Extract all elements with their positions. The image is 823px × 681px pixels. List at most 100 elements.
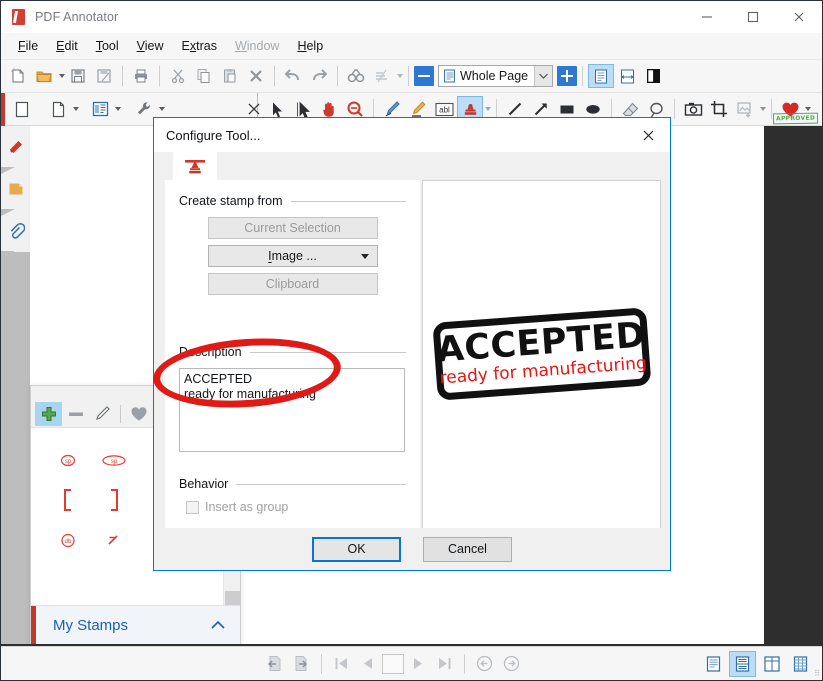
zoom-in-button[interactable] xyxy=(557,66,578,86)
crop-icon[interactable] xyxy=(706,96,732,122)
list-item[interactable]: sp xyxy=(45,440,91,480)
edit-stamp-icon[interactable] xyxy=(89,402,116,426)
title-bar: PDF Annotator xyxy=(1,1,822,33)
new-page-icon[interactable] xyxy=(45,96,71,122)
page-library-caret-icon[interactable] xyxy=(115,107,121,111)
add-stamp-icon[interactable] xyxy=(35,401,62,426)
save-as-icon[interactable] xyxy=(91,63,117,89)
ok-button[interactable]: OK xyxy=(312,536,401,562)
behavior-label: Behavior xyxy=(179,477,229,491)
description-input[interactable]: ACCEPTED ready for manufacturing xyxy=(179,368,405,452)
cancel-button[interactable]: Cancel xyxy=(423,536,512,562)
camera-snapshot-icon[interactable] xyxy=(680,96,706,122)
side-tab-strip xyxy=(1,126,30,646)
dialog-title: Configure Tool... xyxy=(166,127,261,143)
dialog-settings-panel: Create stamp from Current Selection Imag… xyxy=(165,180,421,530)
list-item[interactable] xyxy=(91,480,137,520)
stamp-tab-icon xyxy=(185,159,205,173)
settings-caret-icon[interactable] xyxy=(159,107,165,111)
zoom-out-button[interactable] xyxy=(414,66,434,86)
open-folder-icon[interactable] xyxy=(31,63,57,89)
list-item[interactable] xyxy=(45,480,91,520)
menu-help[interactable]: Help xyxy=(288,35,332,57)
insert-image-icon[interactable] xyxy=(732,96,758,122)
stamp-preview-image: ACCEPTED ready for manufacturing xyxy=(425,301,657,409)
previous-view-icon[interactable] xyxy=(261,651,288,677)
app-window: PDF Annotator File Edit Tool View Extras… xyxy=(0,0,823,681)
new-document-icon[interactable] xyxy=(5,63,31,89)
forward-icon[interactable] xyxy=(498,651,525,677)
continuous-layout-icon[interactable] xyxy=(729,650,756,677)
print-icon[interactable] xyxy=(128,63,154,89)
copy-icon[interactable] xyxy=(191,63,217,89)
facing-layout-icon[interactable] xyxy=(758,651,785,677)
insert-as-group-label: Insert as group xyxy=(205,500,289,514)
menu-extras[interactable]: Extras xyxy=(173,35,226,57)
dual-page-view-icon[interactable] xyxy=(640,63,666,89)
single-page-layout-icon[interactable] xyxy=(700,651,727,677)
favorite-caret-icon[interactable] xyxy=(805,107,811,111)
first-page-icon[interactable] xyxy=(328,651,355,677)
list-item[interactable] xyxy=(91,520,137,560)
redo-icon[interactable] xyxy=(306,63,332,89)
menu-file[interactable]: File xyxy=(9,35,47,57)
list-item[interactable]: db xyxy=(45,520,91,560)
group-divider xyxy=(236,483,407,485)
delete-icon[interactable] xyxy=(243,63,269,89)
cut-icon[interactable] xyxy=(165,63,191,89)
my-stamps-label: My Stamps xyxy=(53,617,129,634)
find-icon[interactable] xyxy=(343,63,369,89)
zoom-level-value-wrap: Whole Page xyxy=(439,69,534,83)
dialog-close-button[interactable] xyxy=(626,119,670,152)
single-page-view-icon[interactable] xyxy=(588,64,615,88)
resize-grip-icon[interactable]: ⠿ xyxy=(814,669,820,678)
sidebar-tab-notes[interactable] xyxy=(1,168,30,216)
new-page-caret-icon[interactable] xyxy=(73,107,79,111)
sidebar-tab-bookmarks[interactable] xyxy=(1,126,30,174)
status-bar-spacer xyxy=(1,646,261,680)
page-thumbnail-icon[interactable] xyxy=(9,96,35,122)
create-stamp-from-group-header: Create stamp from xyxy=(179,194,407,208)
last-page-icon[interactable] xyxy=(431,651,458,677)
favorite-heart-icon[interactable] xyxy=(125,402,152,426)
page-number-input[interactable] xyxy=(382,653,404,674)
menu-tool[interactable]: Tool xyxy=(87,35,128,57)
maximize-button[interactable] xyxy=(730,1,776,33)
svg-text:db: db xyxy=(65,539,72,545)
zoom-dropdown-caret-icon[interactable] xyxy=(534,66,553,86)
close-button[interactable] xyxy=(776,1,822,33)
list-item[interactable]: sp xyxy=(91,440,137,480)
minimize-button[interactable] xyxy=(684,1,730,33)
remove-stamp-icon[interactable] xyxy=(62,402,89,426)
ocr-icon[interactable] xyxy=(369,63,395,89)
image-dropdown-caret-icon[interactable] xyxy=(360,253,369,259)
paste-icon[interactable] xyxy=(217,63,243,89)
insert-image-caret-icon[interactable] xyxy=(760,107,766,111)
sidebar-tab-attachments[interactable] xyxy=(1,210,30,258)
next-page-icon[interactable] xyxy=(404,651,431,677)
image-button[interactable]: Image ... xyxy=(207,245,378,267)
next-view-icon[interactable] xyxy=(288,651,315,677)
menu-view[interactable]: View xyxy=(128,35,173,57)
undo-icon[interactable] xyxy=(280,63,306,89)
stamp-caret-icon[interactable] xyxy=(485,107,491,111)
chevron-up-icon[interactable] xyxy=(210,619,226,633)
section-active-indicator xyxy=(31,606,36,645)
ocr-dropdown-caret-icon[interactable] xyxy=(397,74,403,78)
page-approved-stamp[interactable]: APPROVED xyxy=(772,112,819,125)
tab-stamp[interactable] xyxy=(173,152,217,183)
group-divider xyxy=(290,200,407,202)
save-icon[interactable] xyxy=(65,63,91,89)
menu-edit[interactable]: Edit xyxy=(47,35,87,57)
configure-tool-dialog: Configure Tool... Create stamp from Curr… xyxy=(153,117,671,571)
fit-width-view-icon[interactable] xyxy=(614,64,640,88)
current-selection-button: Current Selection xyxy=(207,217,378,239)
previous-page-icon[interactable] xyxy=(355,651,382,677)
page-library-icon[interactable] xyxy=(87,96,113,122)
zoom-level-combobox[interactable]: Whole Page xyxy=(438,65,554,87)
grid-layout-icon[interactable] xyxy=(787,651,814,677)
svg-text:sp: sp xyxy=(65,459,72,465)
back-icon[interactable] xyxy=(471,651,498,677)
clipboard-button: Clipboard xyxy=(207,273,378,295)
my-stamps-section-header[interactable]: My Stamps xyxy=(31,605,240,645)
